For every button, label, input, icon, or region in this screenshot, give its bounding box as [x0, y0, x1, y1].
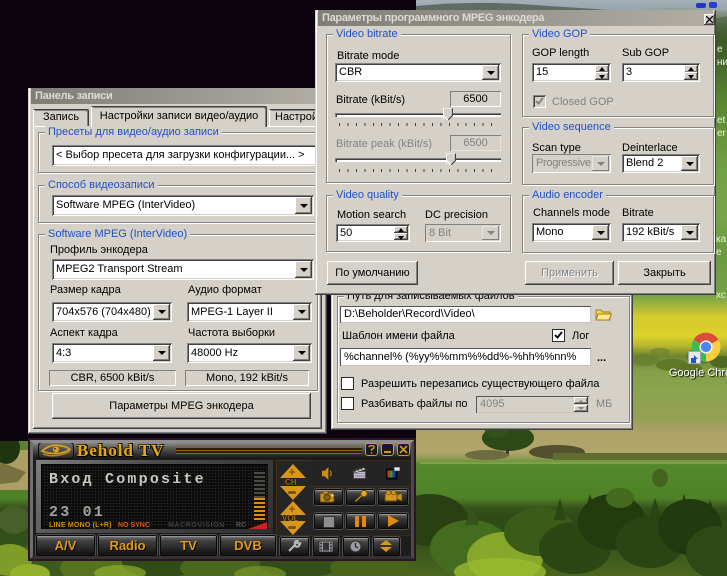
svg-text:ка: ка — [716, 234, 727, 245]
svg-text:е: е — [717, 44, 723, 55]
svg-text:et: et — [717, 115, 726, 126]
svg-text:хс: хс — [716, 290, 726, 301]
svg-text:ни: ни — [717, 57, 727, 68]
svg-text:er: er — [717, 128, 727, 139]
svg-text:е: е — [716, 247, 722, 258]
